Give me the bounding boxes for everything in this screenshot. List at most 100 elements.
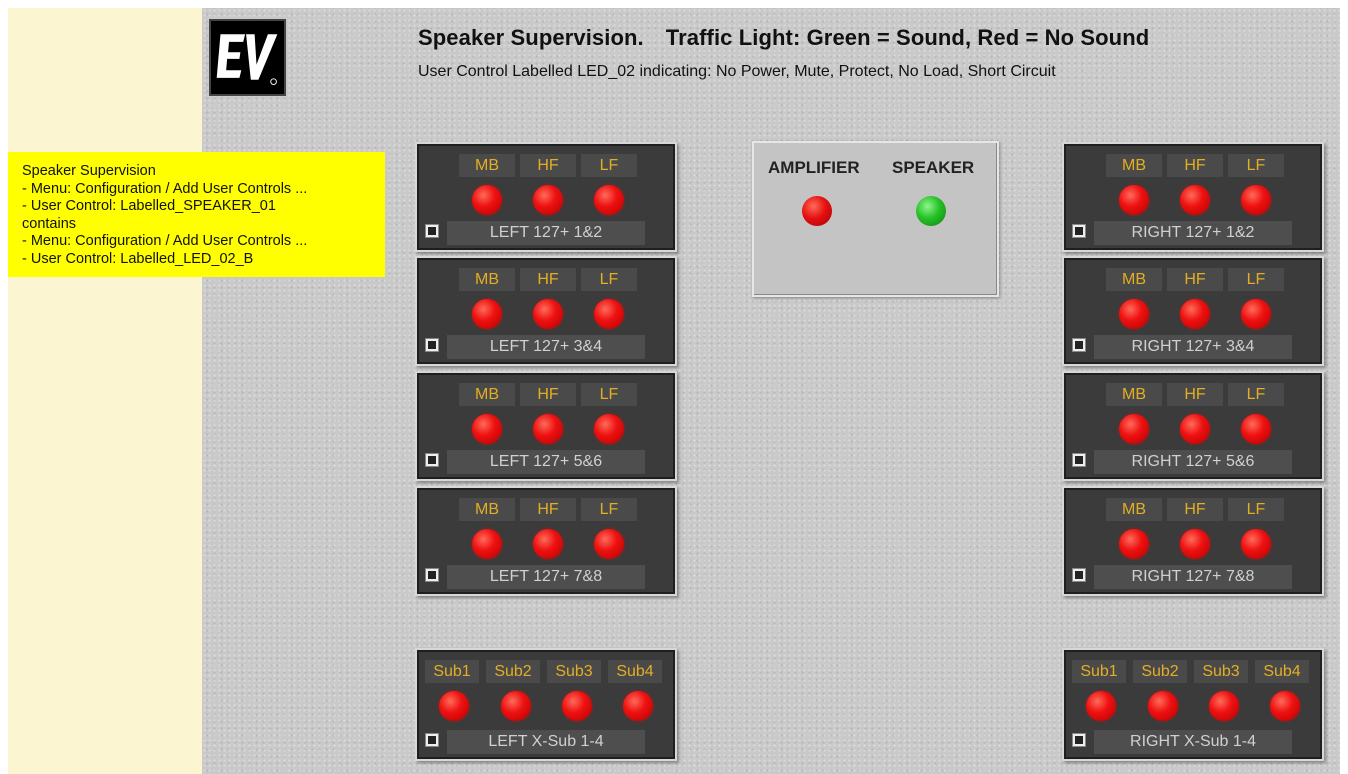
sub-label-3: Sub3 — [1194, 660, 1248, 683]
led-sub3 — [562, 691, 592, 721]
sub-label-1: Sub1 — [425, 660, 479, 683]
led-mb — [472, 414, 502, 444]
band-label-hf: HF — [520, 498, 576, 521]
band-label-mb: MB — [459, 268, 515, 291]
band-label-lf: LF — [1228, 383, 1284, 406]
led-lf — [1241, 185, 1271, 215]
note-line: Speaker Supervision — [22, 163, 156, 179]
led-sub1 — [1086, 691, 1116, 721]
led-sub4 — [623, 691, 653, 721]
note-line: - Menu: Configuration / Add User Control… — [22, 180, 308, 197]
led-lf — [594, 299, 624, 329]
ev-mini-icon[interactable] — [1072, 224, 1086, 238]
amp-speaker-status-panel[interactable]: AMPLIFIER SPEAKER — [752, 141, 999, 297]
band-label-mb: MB — [1106, 498, 1162, 521]
speaker-panel-right-2[interactable]: MB HF LF RIGHT 127+ 3&4 — [1062, 256, 1324, 366]
ev-logo-icon — [216, 34, 278, 85]
speaker-panel-left-1[interactable]: MB HF LF LEFT 127+ 1&2 — [415, 142, 677, 252]
panel-name: LEFT 127+ 1&2 — [447, 221, 645, 245]
led-hf — [533, 185, 563, 215]
speaker-label: SPEAKER — [892, 158, 975, 177]
led-mb — [1119, 185, 1149, 215]
band-label-mb: MB — [1106, 268, 1162, 291]
band-label-mb: MB — [1106, 383, 1162, 406]
ev-mini-icon[interactable] — [1072, 453, 1086, 467]
led-hf — [533, 299, 563, 329]
speaker-panel-left-2[interactable]: MB HF LF LEFT 127+ 3&4 — [415, 256, 677, 366]
speaker-led — [916, 196, 946, 226]
band-label-hf: HF — [1167, 268, 1223, 291]
ev-mini-icon[interactable] — [1072, 568, 1086, 582]
band-label-lf: LF — [581, 154, 637, 177]
note-line: - User Control: Labelled_LED_02_B — [22, 250, 254, 267]
led-mb — [472, 299, 502, 329]
sub-panel-right[interactable]: Sub1 Sub2 Sub3 Sub4 RIGHT X-Sub 1-4 — [1062, 648, 1324, 761]
led-hf — [1180, 529, 1210, 559]
led-sub2 — [501, 691, 531, 721]
panel-name: LEFT 127+ 3&4 — [447, 335, 645, 359]
ev-mini-icon[interactable] — [425, 224, 439, 238]
speaker-panel-left-3[interactable]: MB HF LF LEFT 127+ 5&6 — [415, 371, 677, 481]
speaker-panel-right-4[interactable]: MB HF LF RIGHT 127+ 7&8 — [1062, 486, 1324, 596]
band-label-lf: LF — [581, 268, 637, 291]
panel-name: LEFT 127+ 5&6 — [447, 450, 645, 474]
sub-label-2: Sub2 — [1133, 660, 1187, 683]
page-title: Speaker Supervision. Traffic Light: Green… — [418, 25, 1149, 51]
band-label-lf: LF — [1228, 498, 1284, 521]
ev-mini-icon[interactable] — [425, 453, 439, 467]
panel-name: RIGHT 127+ 7&8 — [1094, 565, 1292, 589]
ev-mini-icon[interactable] — [425, 568, 439, 582]
amplifier-led — [802, 196, 832, 226]
sub-label-4: Sub4 — [608, 660, 662, 683]
note-line: - Menu: Configuration / Add User Control… — [22, 233, 308, 249]
led-hf — [1180, 185, 1210, 215]
note-line: - User Control: Labelled_SPEAKER_01 — [22, 198, 276, 214]
led-lf — [594, 414, 624, 444]
panel-name: LEFT X-Sub 1-4 — [447, 730, 645, 754]
ev-mini-icon[interactable] — [425, 338, 439, 352]
ev-mini-icon[interactable] — [1072, 733, 1086, 747]
panel-name: RIGHT X-Sub 1-4 — [1094, 730, 1292, 754]
led-hf — [1180, 414, 1210, 444]
amplifier-label: AMPLIFIER — [768, 158, 860, 177]
panel-name: RIGHT 127+ 3&4 — [1094, 335, 1292, 359]
band-label-lf: LF — [581, 383, 637, 406]
sub-panel-left[interactable]: Sub1 Sub2 Sub3 Sub4 LEFT X-Sub 1-4 — [415, 648, 677, 761]
led-lf — [1241, 299, 1271, 329]
panel-name: RIGHT 127+ 1&2 — [1094, 221, 1292, 245]
led-lf — [594, 529, 624, 559]
speaker-panel-right-3[interactable]: MB HF LF RIGHT 127+ 5&6 — [1062, 371, 1324, 481]
band-label-lf: LF — [581, 498, 637, 521]
band-label-hf: HF — [1167, 498, 1223, 521]
sub-label-4: Sub4 — [1255, 660, 1309, 683]
led-hf — [533, 529, 563, 559]
sub-label-1: Sub1 — [1072, 660, 1126, 683]
led-sub3 — [1209, 691, 1239, 721]
speaker-panel-left-4[interactable]: MB HF LF LEFT 127+ 7&8 — [415, 486, 677, 596]
panel-name: RIGHT 127+ 5&6 — [1094, 450, 1292, 474]
band-label-mb: MB — [459, 154, 515, 177]
yellow-note: Speaker Supervision - Menu: Configuratio… — [8, 152, 385, 277]
ev-logo — [209, 19, 286, 96]
sub-label-2: Sub2 — [486, 660, 540, 683]
led-mb — [472, 185, 502, 215]
led-mb — [1119, 529, 1149, 559]
ev-mini-icon[interactable] — [1072, 338, 1086, 352]
band-label-lf: LF — [1228, 268, 1284, 291]
band-label-hf: HF — [520, 154, 576, 177]
band-label-hf: HF — [1167, 383, 1223, 406]
led-sub4 — [1270, 691, 1300, 721]
led-lf — [1241, 414, 1271, 444]
led-sub2 — [1148, 691, 1178, 721]
ev-mini-icon[interactable] — [425, 733, 439, 747]
led-lf — [594, 185, 624, 215]
led-mb — [1119, 299, 1149, 329]
band-label-mb: MB — [459, 498, 515, 521]
speaker-panel-right-1[interactable]: MB HF LF RIGHT 127+ 1&2 — [1062, 142, 1324, 252]
led-hf — [1180, 299, 1210, 329]
band-label-hf: HF — [1167, 154, 1223, 177]
title-text: Speaker Supervision. — [418, 25, 644, 50]
band-label-lf: LF — [1228, 154, 1284, 177]
led-mb — [472, 529, 502, 559]
band-label-hf: HF — [520, 383, 576, 406]
